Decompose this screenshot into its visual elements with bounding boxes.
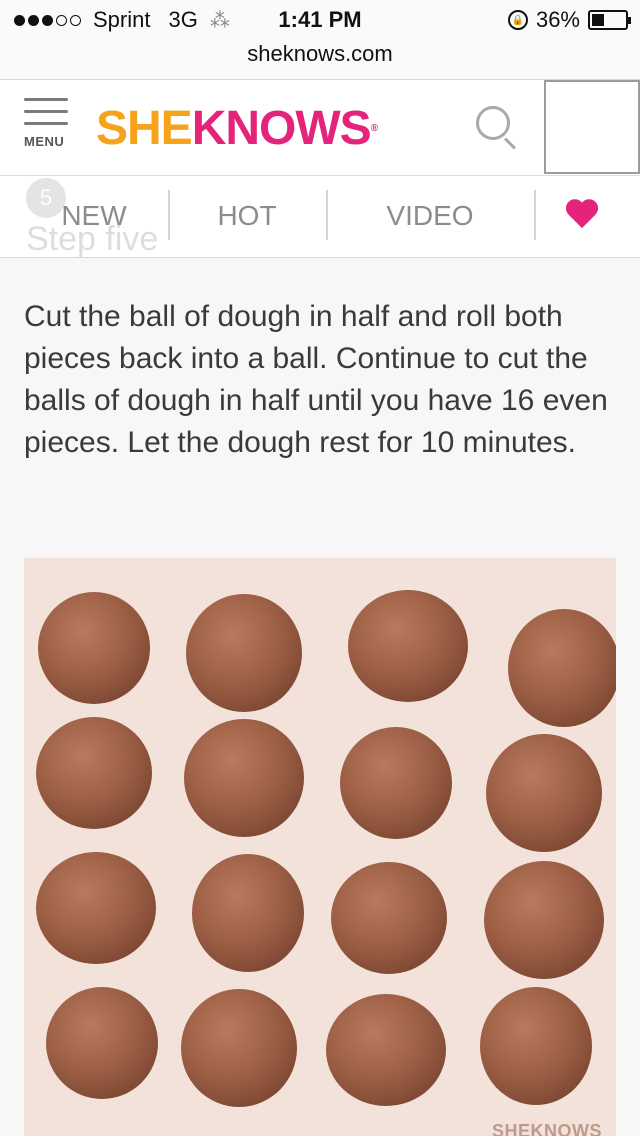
url-bar[interactable]: sheknows.com bbox=[0, 40, 640, 80]
battery-icon bbox=[588, 10, 631, 30]
logo-reg: ® bbox=[370, 123, 378, 134]
menu-button[interactable]: MENU bbox=[24, 98, 70, 156]
url-text[interactable]: sheknows.com bbox=[247, 41, 393, 66]
dough-ball bbox=[508, 609, 616, 727]
battery-percent: 36% bbox=[535, 7, 580, 32]
status-right: 🔒 36% bbox=[507, 7, 631, 33]
step-instructions: Cut the ball of dough in half and roll b… bbox=[24, 300, 608, 459]
photo-watermark: SHEKNOWS bbox=[491, 1121, 602, 1136]
nav-item-favorites[interactable] bbox=[534, 190, 630, 242]
dough-ball bbox=[484, 861, 604, 979]
rotation-lock-icon: 🔒 bbox=[507, 10, 528, 30]
dough-ball bbox=[186, 594, 302, 712]
dough-ball bbox=[38, 592, 150, 704]
category-nav: 5 Step five NEW HOT VIDEO bbox=[0, 176, 640, 258]
status-bar: Sprint 3G ⁂ 1:41 PM 🔒 36% bbox=[0, 0, 640, 40]
logo-knows: KNOWS bbox=[191, 102, 372, 155]
nav-item-video[interactable]: VIDEO bbox=[326, 190, 534, 242]
search-button[interactable] bbox=[472, 102, 522, 152]
site-logo[interactable]: SHEKNOWS® bbox=[96, 102, 378, 155]
dough-ball bbox=[181, 989, 297, 1107]
dough-balls-photo: SHEKNOWS bbox=[24, 558, 616, 1136]
dough-ball bbox=[326, 994, 446, 1106]
header-empty-box[interactable] bbox=[544, 80, 640, 174]
dough-ball bbox=[46, 987, 158, 1099]
dough-balls-image bbox=[24, 558, 616, 1136]
nav-item-new[interactable]: NEW bbox=[20, 190, 168, 242]
site-header: MENU SHEKNOWS® bbox=[0, 80, 640, 176]
dough-ball bbox=[486, 734, 602, 852]
dough-ball bbox=[480, 987, 592, 1105]
dough-ball bbox=[340, 727, 452, 839]
dough-ball bbox=[184, 719, 304, 837]
heart-icon bbox=[564, 200, 600, 232]
menu-label: MENU bbox=[24, 134, 65, 149]
dough-ball bbox=[348, 590, 468, 702]
dough-ball bbox=[331, 862, 447, 974]
menu-icon bbox=[24, 98, 68, 101]
logo-she: SHE bbox=[96, 102, 193, 155]
search-icon bbox=[476, 106, 510, 140]
nav-item-hot[interactable]: HOT bbox=[168, 190, 326, 242]
dough-ball bbox=[36, 717, 152, 829]
battery-fill bbox=[592, 14, 604, 26]
dough-ball bbox=[36, 852, 156, 964]
dough-ball bbox=[192, 854, 304, 972]
